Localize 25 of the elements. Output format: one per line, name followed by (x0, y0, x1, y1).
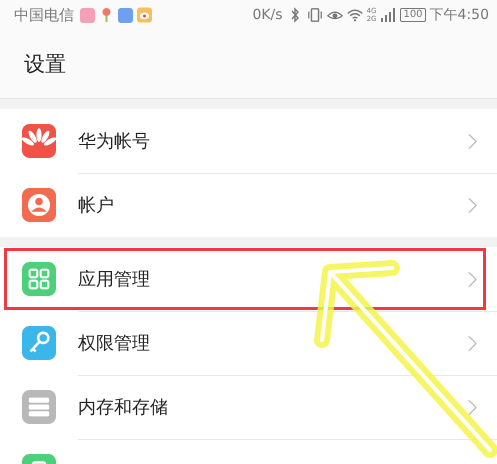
signal-icon (380, 7, 396, 23)
app-notification-icon (118, 8, 133, 22)
highlighted-settings-row[interactable]: 应用管理 (3, 247, 487, 311)
setting-label: 权限管理 (78, 332, 150, 355)
chevron-icon (468, 270, 477, 288)
setting-label: 帐户 (78, 194, 114, 217)
clock: 下午4:50 (430, 6, 489, 24)
carrier-name: 中国电信 (14, 6, 74, 24)
app-notification-icon (80, 8, 95, 22)
vibrate-icon (306, 7, 323, 23)
page-title: 设置 (24, 51, 66, 78)
settings-row[interactable]: 华为帐号 (0, 109, 497, 173)
settings-row[interactable]: 内存和存储 (0, 375, 497, 439)
network-speed: 0K/s (252, 7, 283, 23)
chevron-icon (468, 196, 477, 214)
setting-label: 华为帐号 (78, 130, 150, 153)
battery-level: 100 (400, 8, 426, 22)
settings-row[interactable]: 权限管理 (0, 311, 497, 375)
setting-label: 应用管理 (78, 268, 150, 291)
chevron-icon (468, 334, 477, 352)
setting-label: 内存和存储 (78, 396, 168, 419)
settings-row[interactable]: 帐户 (0, 173, 497, 237)
wifi-icon (346, 7, 363, 23)
chevron-icon (468, 398, 477, 416)
chevron-icon (468, 132, 477, 150)
